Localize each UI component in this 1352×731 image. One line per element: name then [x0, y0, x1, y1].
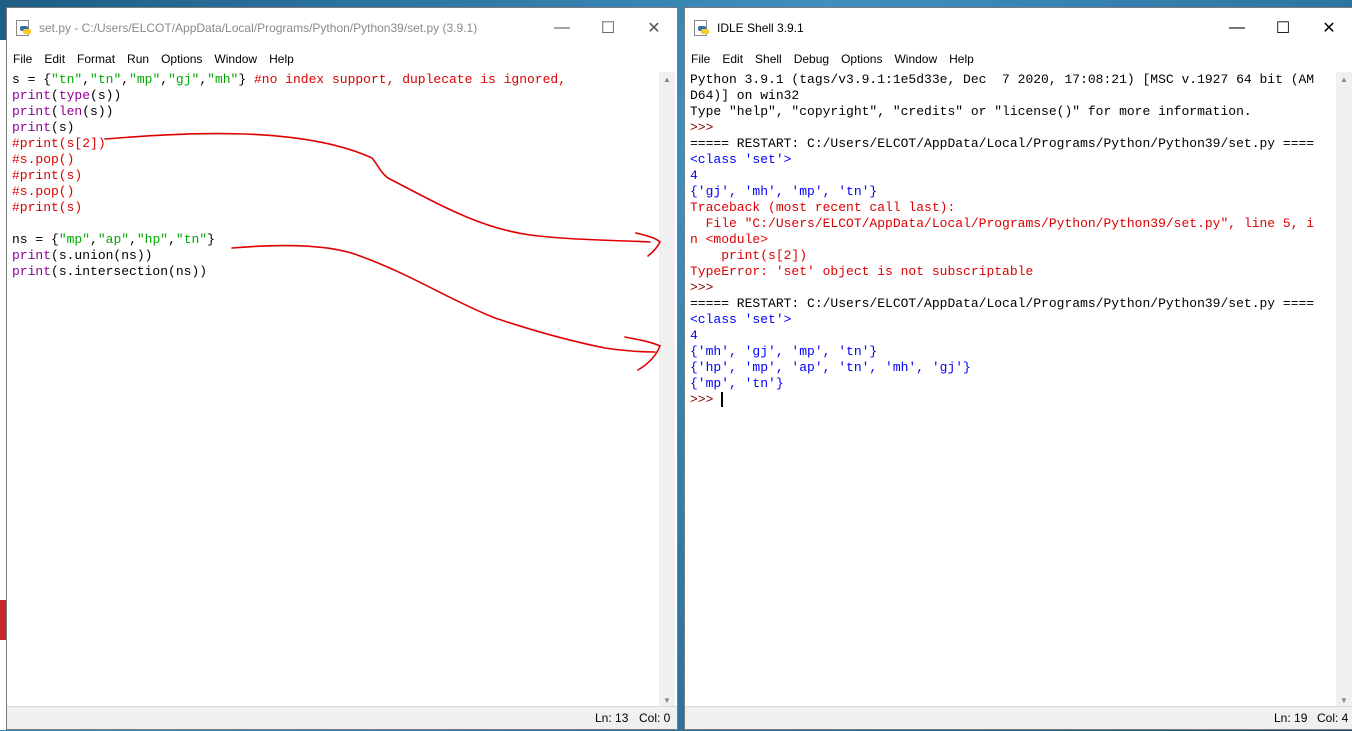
shell-line: Type "help", "copyright", "credits" or "…: [690, 104, 1252, 119]
code-line: ns = {"mp","ap","hp","tn"}: [12, 232, 215, 247]
shell-line: <class 'set'>: [690, 312, 792, 327]
menu-edit[interactable]: Edit: [716, 52, 749, 66]
close-button[interactable]: ✕: [1306, 8, 1352, 48]
editor-scrollbar[interactable]: ▲ ▼: [659, 72, 675, 707]
code-line: #s.pop(): [12, 152, 75, 167]
code-line: #print(s[2]): [12, 136, 106, 151]
shell-line: ===== RESTART: C:/Users/ELCOT/AppData/Lo…: [690, 136, 1315, 151]
shell-error-line: Traceback (most recent call last):: [690, 200, 956, 215]
maximize-button[interactable]: ☐: [585, 8, 631, 48]
shell-line: 4: [690, 168, 698, 183]
menu-debug[interactable]: Debug: [788, 52, 835, 66]
shell-line: <class 'set'>: [690, 152, 792, 167]
maximize-button[interactable]: ☐: [1260, 8, 1306, 48]
column-number: Col: 0: [639, 711, 671, 725]
shell-prompt: >>>: [690, 280, 722, 295]
shell-line: {'gj', 'mh', 'mp', 'tn'}: [690, 184, 878, 199]
menu-window[interactable]: Window: [888, 52, 943, 66]
shell-line: {'mh', 'gj', 'mp', 'tn'}: [690, 344, 878, 359]
editor-titlebar[interactable]: set.py - C:/Users/ELCOT/AppData/Local/Pr…: [7, 8, 677, 48]
code-line: print(len(s)): [12, 104, 114, 119]
python-shell-icon: [693, 20, 709, 36]
shell-prompt: >>>: [690, 392, 722, 407]
menu-edit[interactable]: Edit: [38, 52, 71, 66]
menu-run[interactable]: Run: [121, 52, 155, 66]
column-number: Col: 4: [1317, 711, 1349, 725]
shell-statusbar: Ln: 19 Col: 4: [685, 706, 1352, 729]
menu-file[interactable]: File: [685, 52, 716, 66]
menu-file[interactable]: File: [7, 52, 38, 66]
shell-line: 4: [690, 328, 698, 343]
line-number: Ln: 13: [595, 711, 629, 725]
shell-line: Python 3.9.1 (tags/v3.9.1:1e5d33e, Dec 7…: [690, 72, 1315, 87]
menu-options[interactable]: Options: [835, 52, 888, 66]
code-line: print(type(s)): [12, 88, 122, 103]
shell-error-line: n <module>: [690, 232, 769, 247]
python-file-icon: [15, 20, 31, 36]
shell-error-line: print(s[2]): [690, 248, 808, 263]
menu-options[interactable]: Options: [155, 52, 208, 66]
editor-title: set.py - C:/Users/ELCOT/AppData/Local/Pr…: [39, 21, 478, 35]
scroll-down-arrow-icon[interactable]: ▼: [659, 693, 675, 707]
shell-titlebar[interactable]: IDLE Shell 3.9.1 — ☐ ✕: [685, 8, 1352, 48]
editor-menubar: File Edit Format Run Options Window Help: [7, 48, 677, 70]
menu-format[interactable]: Format: [71, 52, 121, 66]
line-number: Ln: 19: [1274, 711, 1308, 725]
shell-window: IDLE Shell 3.9.1 — ☐ ✕ File Edit Shell D…: [685, 8, 1352, 729]
code-line: s = {"tn","tn","mp","gj","mh"} #no index…: [12, 72, 567, 87]
background-taskbar-fragment: [0, 600, 7, 640]
shell-prompt: >>>: [690, 120, 722, 135]
scroll-up-arrow-icon[interactable]: ▲: [1336, 72, 1352, 86]
shell-line: ===== RESTART: C:/Users/ELCOT/AppData/Lo…: [690, 296, 1315, 311]
shell-menubar: File Edit Shell Debug Options Window Hel…: [685, 48, 1352, 70]
menu-help[interactable]: Help: [943, 52, 980, 66]
shell-input-line[interactable]: >>>: [685, 392, 1336, 408]
shell-line: {'mp', 'tn'}: [690, 376, 784, 391]
code-line: print(s.intersection(ns)): [12, 264, 208, 279]
code-line: #print(s): [12, 200, 83, 215]
menu-window[interactable]: Window: [208, 52, 263, 66]
shell-title: IDLE Shell 3.9.1: [717, 21, 804, 35]
shell-scrollbar[interactable]: ▲ ▼: [1336, 72, 1352, 707]
minimize-button[interactable]: —: [539, 8, 585, 48]
scroll-down-arrow-icon[interactable]: ▼: [1336, 693, 1352, 707]
editor-statusbar: Ln: 13 Col: 0: [7, 706, 677, 729]
code-line: #print(s): [12, 168, 83, 183]
close-button[interactable]: ✕: [631, 8, 677, 48]
code-line: #s.pop(): [12, 184, 75, 199]
shell-line: D64)] on win32: [690, 88, 800, 103]
minimize-button[interactable]: —: [1214, 8, 1260, 48]
text-cursor: [721, 392, 724, 408]
scroll-up-arrow-icon[interactable]: ▲: [659, 72, 675, 86]
menu-shell[interactable]: Shell: [749, 52, 788, 66]
editor-window: set.py - C:/Users/ELCOT/AppData/Local/Pr…: [7, 8, 677, 729]
menu-help[interactable]: Help: [263, 52, 300, 66]
shell-output[interactable]: Python 3.9.1 (tags/v3.9.1:1e5d33e, Dec 7…: [685, 72, 1336, 707]
shell-error-line: File "C:/Users/ELCOT/AppData/Local/Progr…: [690, 216, 1315, 231]
shell-error-line: TypeError: 'set' object is not subscript…: [690, 264, 1034, 279]
code-editor[interactable]: s = {"tn","tn","mp","gj","mh"} #no index…: [7, 72, 659, 707]
code-line: print(s): [12, 120, 75, 135]
shell-line: {'hp', 'mp', 'ap', 'tn', 'mh', 'gj'}: [690, 360, 971, 375]
code-line: print(s.union(ns)): [12, 248, 153, 263]
